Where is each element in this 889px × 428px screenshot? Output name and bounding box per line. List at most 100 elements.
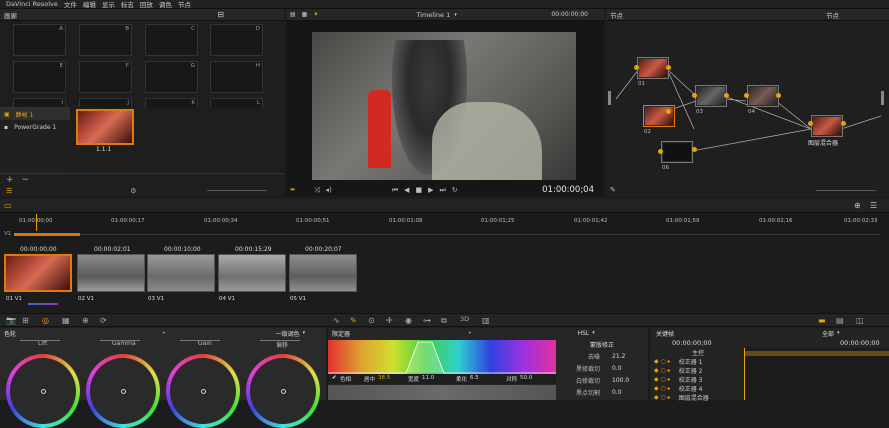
- kf-track-layer-mixer[interactable]: ◆ ○ ▸ 图层混合器: [650, 393, 744, 402]
- still-slot-a[interactable]: A: [13, 24, 66, 56]
- chevron-down-icon[interactable]: ▾: [837, 330, 840, 336]
- blur-icon[interactable]: ◉: [405, 316, 412, 325]
- still-slot-e[interactable]: E: [13, 61, 66, 93]
- node-output-dot[interactable]: [692, 147, 697, 152]
- offset-wheel[interactable]: [246, 354, 320, 428]
- play-reverse-icon[interactable]: ◀: [404, 186, 409, 194]
- layer-mixer-node[interactable]: [811, 115, 843, 137]
- center-field-value[interactable]: 38.5: [378, 375, 390, 381]
- still-slot-f[interactable]: F: [79, 61, 132, 93]
- timeline-dropdown-icon[interactable]: ▾: [454, 12, 457, 18]
- hue-qualifier-graph[interactable]: [328, 340, 556, 374]
- node-01[interactable]: 01: [637, 57, 669, 87]
- gain-wheel[interactable]: [166, 354, 240, 428]
- motion-icon[interactable]: ⟳: [100, 316, 107, 325]
- still-slot-h[interactable]: H: [210, 61, 263, 93]
- matte-value[interactable]: 0.0: [612, 389, 622, 396]
- keyframe-toggle-icon[interactable]: ▬: [818, 316, 826, 325]
- menu-nodes[interactable]: 节点: [178, 0, 191, 9]
- node-zoom-slider[interactable]: [815, 189, 876, 191]
- node-output-dot[interactable]: [776, 93, 781, 98]
- color-match-icon[interactable]: ⊞: [22, 316, 29, 325]
- play-icon[interactable]: ▶: [428, 186, 433, 194]
- hue-checkbox[interactable]: ✔: [332, 375, 337, 381]
- width-field-value[interactable]: 11.0: [422, 375, 434, 381]
- kf-track-corrector-3[interactable]: ◆ ○ ▸ 校正器 3: [650, 375, 744, 384]
- clip-thumbnail-02[interactable]: [77, 254, 145, 292]
- sizing-icon[interactable]: ⧉: [441, 316, 447, 326]
- menu-file[interactable]: 文件: [64, 0, 77, 9]
- viewer-grid-icon[interactable]: ▤: [290, 11, 296, 18]
- wheels-mode-select[interactable]: 一级调色: [276, 329, 300, 338]
- sym-field-value[interactable]: 50.0: [520, 375, 532, 381]
- rgb-mixer-icon[interactable]: ⊕: [82, 316, 89, 325]
- matte-value[interactable]: 21.2: [612, 353, 625, 360]
- clip-thumbnail-01[interactable]: [4, 254, 72, 292]
- timeline-settings-icon[interactable]: ⊕: [854, 201, 861, 210]
- still-slot-l[interactable]: L: [210, 98, 263, 108]
- mini-clip-selected[interactable]: [14, 233, 80, 236]
- stop-icon[interactable]: ■: [415, 186, 422, 194]
- keyframe-playhead[interactable]: [744, 348, 745, 400]
- primaries-bars-icon[interactable]: ▦: [62, 316, 70, 325]
- gallery-still-1[interactable]: [76, 109, 134, 145]
- qualifier-mode-select[interactable]: HSL: [578, 330, 590, 337]
- clip-thumbnail-04[interactable]: [218, 254, 286, 292]
- gallery-zoom-slider[interactable]: [206, 190, 267, 191]
- tracker-icon[interactable]: ✛: [386, 316, 393, 325]
- sat-qualifier-graph[interactable]: [328, 385, 556, 400]
- timeline-icon[interactable]: ▭: [4, 201, 12, 210]
- audio-meter-icon[interactable]: ▤: [836, 316, 844, 325]
- node-output-dot[interactable]: [666, 65, 671, 70]
- gamma-wheel[interactable]: [86, 354, 160, 428]
- kf-track-corrector-1[interactable]: ◆ ○ ▸ 校正器 1: [650, 357, 744, 366]
- lift-slider[interactable]: [20, 340, 60, 341]
- camera-raw-icon[interactable]: 📷: [6, 316, 16, 325]
- key-icon[interactable]: ⊶: [423, 316, 431, 325]
- loop-icon[interactable]: ↻: [452, 186, 458, 194]
- timeline-menu-icon[interactable]: ☰: [870, 201, 877, 210]
- node-06[interactable]: 06: [661, 141, 693, 171]
- menu-mark[interactable]: 标志: [121, 0, 134, 9]
- gallery-menu-icon[interactable]: ⊟: [217, 10, 224, 19]
- remove-album-icon[interactable]: −: [22, 175, 30, 185]
- matte-value[interactable]: 100.0: [612, 377, 629, 384]
- menu-edit[interactable]: 编辑: [83, 0, 96, 9]
- node-input-dot[interactable]: [658, 149, 663, 154]
- still-slot-k[interactable]: K: [145, 98, 198, 108]
- scopes-icon[interactable]: ◫: [856, 316, 864, 325]
- color-wheels-icon[interactable]: ◎: [42, 316, 49, 325]
- list-view-icon[interactable]: ☰: [6, 187, 12, 195]
- keyframes-mode-select[interactable]: 全部: [822, 329, 834, 338]
- go-start-icon[interactable]: ⏮: [392, 186, 398, 195]
- keyframe-track-area[interactable]: [744, 348, 889, 400]
- 3d-icon[interactable]: 3D: [460, 315, 469, 323]
- kf-track-master[interactable]: 主控: [650, 348, 744, 357]
- node-input-dot[interactable]: [744, 93, 749, 98]
- go-end-icon[interactable]: ⏭: [439, 186, 445, 195]
- mixer-output-dot[interactable]: [841, 121, 846, 126]
- node-picker-icon[interactable]: ✎: [610, 186, 616, 194]
- menu-color[interactable]: 调色: [159, 0, 172, 9]
- album-item-stills[interactable]: ▣ 静帧 1: [0, 108, 70, 120]
- eyedropper-icon[interactable]: ✒: [290, 186, 296, 194]
- gain-slider[interactable]: [180, 340, 220, 341]
- playhead[interactable]: [36, 214, 37, 232]
- still-slot-g[interactable]: G: [145, 61, 198, 93]
- node-output-dot[interactable]: [724, 93, 729, 98]
- still-slot-d[interactable]: D: [210, 24, 263, 56]
- lift-wheel[interactable]: [6, 354, 80, 428]
- window-icon[interactable]: ⊙: [368, 316, 375, 325]
- node-02[interactable]: 02: [643, 105, 675, 135]
- viewer-image[interactable]: [312, 32, 576, 180]
- kf-track-corrector-2[interactable]: ◆ ○ ▸ 校正器 2: [650, 366, 744, 375]
- still-slot-c[interactable]: C: [145, 24, 198, 56]
- menu-view[interactable]: 显示: [102, 0, 115, 9]
- curves-icon[interactable]: ∿: [333, 316, 340, 325]
- scope-icon[interactable]: ▥: [482, 316, 490, 325]
- timeline-ruler[interactable]: 01:00:00;00 01:00:00;17 01:00:00;34 01:0…: [0, 214, 889, 232]
- menu-playback[interactable]: 回放: [140, 0, 153, 9]
- viewer-split-icon[interactable]: ▦: [302, 11, 308, 18]
- clip-thumbnail-03[interactable]: [147, 254, 215, 292]
- chevron-down-icon[interactable]: ▾: [303, 330, 306, 336]
